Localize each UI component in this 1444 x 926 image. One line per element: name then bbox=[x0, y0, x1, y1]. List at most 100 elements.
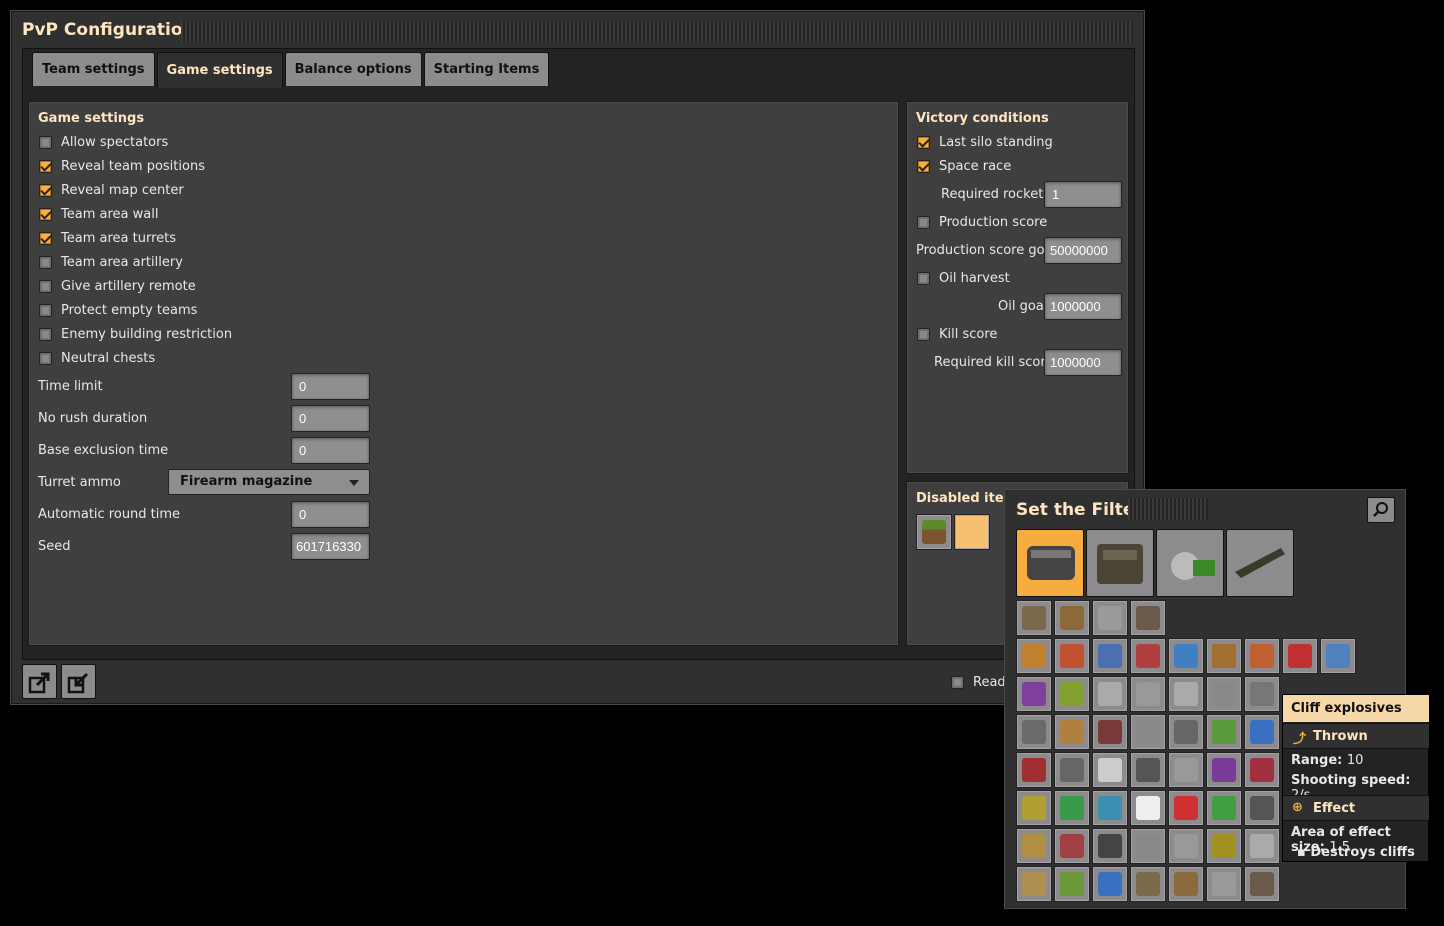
setting-checkbox[interactable]: Neutral chests bbox=[39, 351, 155, 366]
filter-item-slot[interactable] bbox=[1206, 828, 1242, 864]
filter-item-slot[interactable] bbox=[1130, 828, 1166, 864]
filter-item-slot[interactable] bbox=[1092, 676, 1128, 712]
filter-item-slot[interactable] bbox=[1016, 790, 1052, 826]
disabled-item-slot[interactable] bbox=[916, 514, 952, 550]
checkbox-icon[interactable] bbox=[917, 136, 930, 149]
filter-item-slot[interactable] bbox=[1244, 828, 1280, 864]
production-goal-input[interactable]: 50000000 bbox=[1044, 237, 1122, 264]
setting-checkbox[interactable]: Protect empty teams bbox=[39, 303, 197, 318]
setting-checkbox[interactable]: Enemy building restriction bbox=[39, 327, 232, 342]
filter-item-slot[interactable] bbox=[1130, 790, 1166, 826]
filter-item-slot[interactable] bbox=[1092, 638, 1128, 674]
filter-item-slot[interactable] bbox=[1168, 828, 1204, 864]
production-score-checkbox[interactable]: Production score bbox=[917, 215, 1047, 230]
filter-item-slot[interactable] bbox=[1054, 638, 1090, 674]
title-drag-handle[interactable] bbox=[181, 21, 1133, 43]
filter-item-slot[interactable] bbox=[1016, 752, 1052, 788]
filter-item-slot[interactable] bbox=[1054, 752, 1090, 788]
filter-drag-handle[interactable] bbox=[1128, 498, 1208, 520]
checkbox-icon[interactable] bbox=[39, 352, 52, 365]
filter-item-slot[interactable] bbox=[1244, 638, 1280, 674]
filter-item-slot[interactable] bbox=[1054, 866, 1090, 902]
space-race-checkbox[interactable]: Space race bbox=[917, 159, 1011, 174]
filter-item-slot[interactable] bbox=[1016, 676, 1052, 712]
group-logistics[interactable] bbox=[1016, 529, 1084, 597]
filter-item-slot[interactable] bbox=[1130, 676, 1166, 712]
oil-harvest-checkbox[interactable]: Oil harvest bbox=[917, 271, 1010, 286]
export-button[interactable] bbox=[22, 664, 57, 699]
kill-score-checkbox[interactable]: Kill score bbox=[917, 327, 997, 342]
filter-item-slot[interactable] bbox=[1244, 752, 1280, 788]
filter-item-slot[interactable] bbox=[1054, 676, 1090, 712]
filter-item-slot[interactable] bbox=[1016, 638, 1052, 674]
group-intermediate[interactable] bbox=[1156, 529, 1224, 597]
checkbox-icon[interactable] bbox=[39, 136, 52, 149]
required-rockets-input[interactable]: 1 bbox=[1044, 181, 1122, 208]
filter-item-slot[interactable] bbox=[1244, 714, 1280, 750]
setting-checkbox[interactable]: Team area wall bbox=[39, 207, 158, 222]
tab-team-settings[interactable]: Team settings bbox=[32, 52, 155, 86]
checkbox-icon[interactable] bbox=[917, 216, 930, 229]
base-exclusion-input[interactable]: 0 bbox=[291, 437, 370, 464]
filter-item-slot[interactable] bbox=[1206, 790, 1242, 826]
setting-checkbox[interactable]: Give artillery remote bbox=[39, 279, 196, 294]
filter-item-slot[interactable] bbox=[1244, 790, 1280, 826]
filter-item-slot[interactable] bbox=[1206, 714, 1242, 750]
filter-item-slot[interactable] bbox=[1168, 714, 1204, 750]
filter-item-slot[interactable] bbox=[1168, 752, 1204, 788]
last-silo-checkbox[interactable]: Last silo standing bbox=[917, 135, 1053, 150]
checkbox-icon[interactable] bbox=[39, 184, 52, 197]
filter-item-slot[interactable] bbox=[1130, 714, 1166, 750]
checkbox-icon[interactable] bbox=[39, 328, 52, 341]
filter-item-slot[interactable] bbox=[1130, 600, 1166, 636]
filter-item-slot[interactable] bbox=[1244, 866, 1280, 902]
checkbox-icon[interactable] bbox=[39, 208, 52, 221]
filter-item-slot[interactable] bbox=[1244, 676, 1280, 712]
filter-item-slot[interactable] bbox=[1320, 638, 1356, 674]
checkbox-icon[interactable] bbox=[39, 304, 52, 317]
filter-item-slot[interactable] bbox=[1092, 866, 1128, 902]
tab-balance-options[interactable]: Balance options bbox=[284, 52, 422, 86]
filter-item-slot[interactable] bbox=[1092, 714, 1128, 750]
checkbox-icon[interactable] bbox=[951, 676, 964, 689]
checkbox-icon[interactable] bbox=[917, 328, 930, 341]
checkbox-icon[interactable] bbox=[39, 280, 52, 293]
filter-item-slot[interactable] bbox=[1054, 828, 1090, 864]
tab-starting-items[interactable]: Starting Items bbox=[423, 52, 550, 86]
import-button[interactable] bbox=[61, 664, 96, 699]
filter-item-slot[interactable] bbox=[1130, 638, 1166, 674]
filter-item-slot[interactable] bbox=[1054, 600, 1090, 636]
time-limit-input[interactable]: 0 bbox=[291, 373, 370, 400]
search-button[interactable] bbox=[1367, 497, 1395, 523]
filter-item-slot[interactable] bbox=[1092, 752, 1128, 788]
filter-item-slot[interactable] bbox=[1054, 714, 1090, 750]
checkbox-icon[interactable] bbox=[917, 160, 930, 173]
filter-item-slot[interactable] bbox=[1206, 676, 1242, 712]
oil-goal-input[interactable]: 1000000 bbox=[1044, 293, 1122, 320]
filter-item-slot[interactable] bbox=[1168, 638, 1204, 674]
filter-item-slot[interactable] bbox=[1206, 638, 1242, 674]
filter-item-slot[interactable] bbox=[1016, 866, 1052, 902]
filter-item-slot[interactable] bbox=[1092, 828, 1128, 864]
checkbox-icon[interactable] bbox=[917, 272, 930, 285]
tab-game-settings[interactable]: Game settings bbox=[156, 52, 283, 88]
filter-item-slot[interactable] bbox=[1130, 866, 1166, 902]
filter-item-slot[interactable] bbox=[1054, 790, 1090, 826]
empty-item-slot[interactable] bbox=[954, 514, 990, 550]
filter-item-slot[interactable] bbox=[1016, 600, 1052, 636]
filter-item-slot[interactable] bbox=[1016, 714, 1052, 750]
group-production[interactable] bbox=[1086, 529, 1154, 597]
setting-checkbox[interactable]: Team area turrets bbox=[39, 231, 176, 246]
checkbox-icon[interactable] bbox=[39, 160, 52, 173]
no-rush-input[interactable]: 0 bbox=[291, 405, 370, 432]
seed-input[interactable]: 601716330 bbox=[291, 533, 370, 560]
setting-checkbox[interactable]: Allow spectators bbox=[39, 135, 168, 150]
setting-checkbox[interactable]: Reveal map center bbox=[39, 183, 184, 198]
filter-item-slot[interactable] bbox=[1168, 866, 1204, 902]
filter-item-slot[interactable] bbox=[1092, 600, 1128, 636]
filter-item-slot[interactable] bbox=[1168, 676, 1204, 712]
filter-item-slot[interactable] bbox=[1130, 752, 1166, 788]
checkbox-icon[interactable] bbox=[39, 232, 52, 245]
auto-round-input[interactable]: 0 bbox=[291, 501, 370, 528]
checkbox-icon[interactable] bbox=[39, 256, 52, 269]
